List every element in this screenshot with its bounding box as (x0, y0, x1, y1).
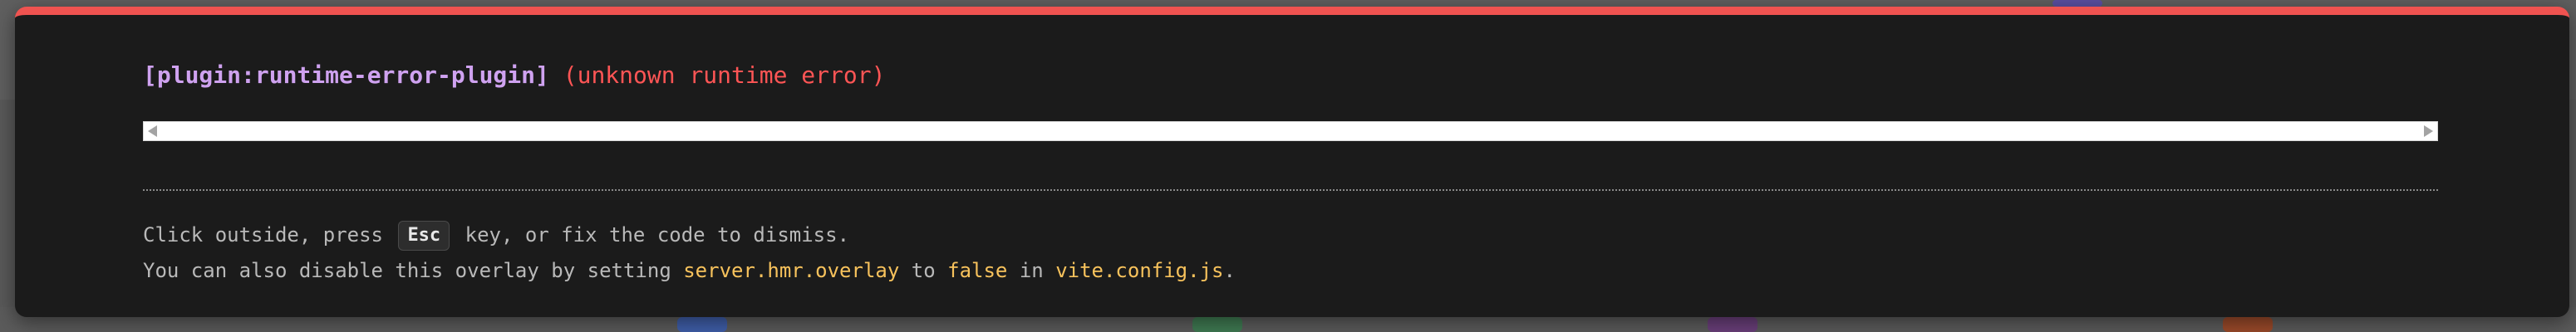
error-text: (unknown runtime error) (563, 61, 886, 89)
triangle-right-icon[interactable] (2424, 125, 2433, 137)
divider (143, 189, 2438, 191)
error-message: [plugin:runtime-error-plugin] (unknown r… (143, 61, 885, 89)
tip-period: . (1223, 259, 1236, 282)
esc-key-badge: Esc (398, 221, 450, 251)
config-key-code: server.hmr.overlay (683, 259, 900, 282)
error-overlay: [plugin:runtime-error-plugin] (unknown r… (15, 7, 2569, 317)
background-card-orange (2223, 317, 2273, 332)
tip-text: in (1019, 259, 1044, 282)
triangle-left-icon[interactable] (148, 125, 157, 137)
tip-text: You can also disable this overlay by set… (143, 259, 671, 282)
background-avatar-shape (2052, 0, 2102, 7)
background-card-purple (1708, 317, 1757, 332)
tip-text: key, or fix the code to dismiss. (465, 223, 850, 247)
tip-text: to (911, 259, 936, 282)
plugin-tag: [plugin:runtime-error-plugin] (143, 61, 549, 89)
horizontal-scrollbar[interactable] (143, 121, 2438, 141)
disable-overlay-tip: You can also disable this overlay by set… (143, 259, 1236, 282)
config-file-code: vite.config.js (1055, 259, 1224, 282)
dismiss-tip: Click outside, press Esc key, or fix the… (143, 221, 849, 251)
false-value-code: false (947, 259, 1008, 282)
background-card-green (1192, 317, 1242, 332)
background-card-blue (677, 317, 727, 332)
tip-text: Click outside, press (143, 223, 383, 247)
